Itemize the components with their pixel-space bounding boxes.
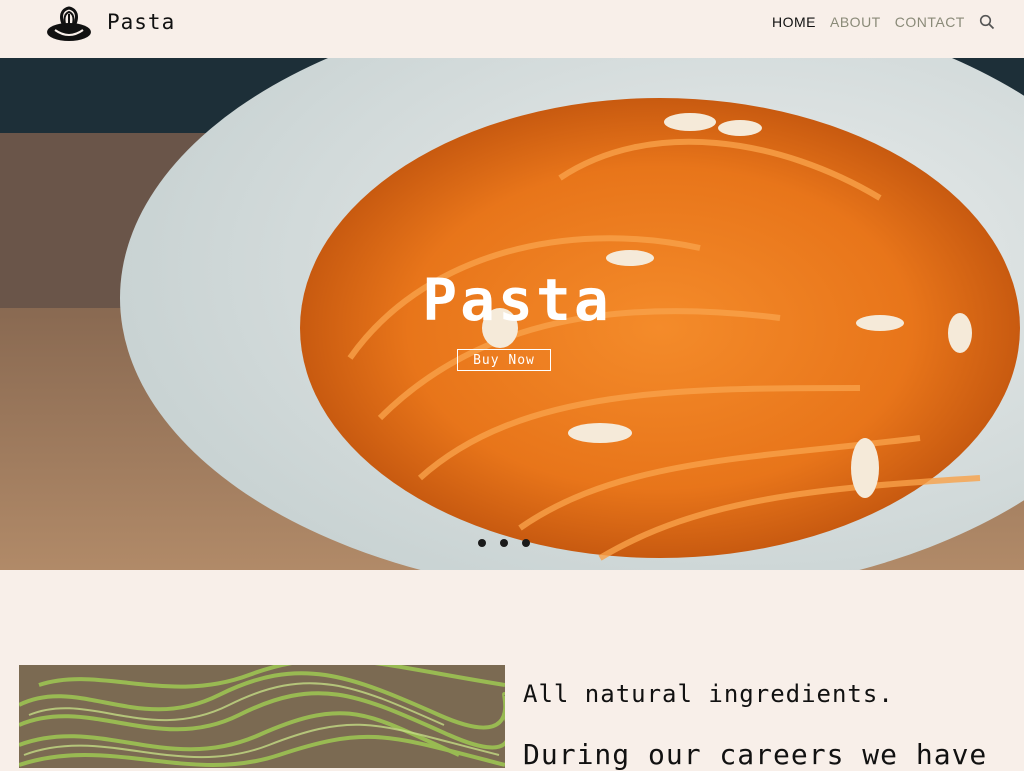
search-icon[interactable] (979, 14, 995, 30)
green-pasta-image (19, 665, 505, 768)
nav-home-link[interactable]: HOME (772, 14, 816, 30)
feature-text: During our careers we have (523, 738, 988, 771)
slider-dot-1[interactable] (478, 539, 486, 547)
slider-dot-2[interactable] (500, 539, 508, 547)
slider-dots (478, 539, 544, 547)
hero-slider: Pasta Buy Now (0, 58, 1024, 570)
nav-contact-link[interactable]: CONTACT (895, 14, 965, 30)
pasta-bowl-logo-icon[interactable] (45, 2, 93, 44)
site-title[interactable]: Pasta (107, 10, 175, 34)
slider-dot-3[interactable] (522, 539, 530, 547)
main-nav: HOME ABOUT CONTACT (772, 14, 995, 30)
hero-title: Pasta (422, 266, 612, 334)
feature-heading: All natural ingredients. (523, 680, 894, 708)
site-header: Pasta HOME ABOUT CONTACT (0, 0, 1024, 58)
buy-now-button[interactable]: Buy Now (457, 349, 551, 371)
nav-about-link[interactable]: ABOUT (830, 14, 881, 30)
